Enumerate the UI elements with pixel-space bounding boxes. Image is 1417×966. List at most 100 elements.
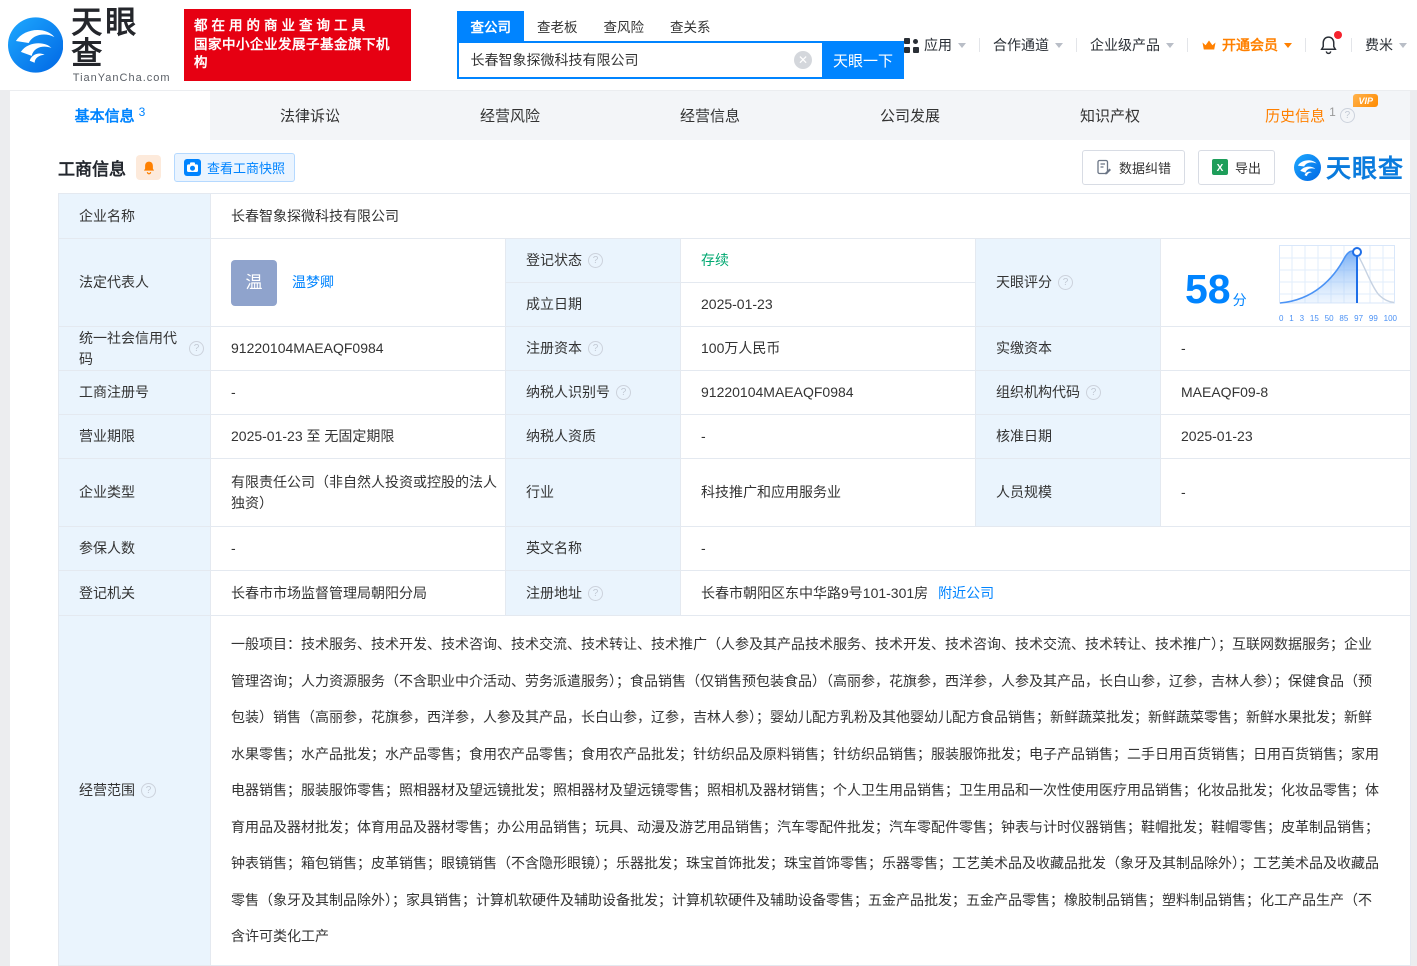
excel-icon: X bbox=[1212, 159, 1228, 175]
company-name-value: 长春智象探微科技有限公司 bbox=[211, 194, 1411, 239]
table-row: 经营范围? 一般项目：技术服务、技术开发、技术咨询、技术交流、技术转让、技术推广… bbox=[59, 616, 1410, 966]
search-button[interactable]: 天眼一下 bbox=[822, 41, 904, 79]
taxpayer-id-value: 91220104MAEAQF0984 bbox=[681, 371, 976, 415]
tab-history-info[interactable]: VIP 历史信息1 ? bbox=[1210, 91, 1410, 140]
org-code-value: MAEAQF09-8 bbox=[1161, 371, 1411, 415]
help-icon[interactable]: ? bbox=[141, 783, 156, 798]
data-correction-button[interactable]: 数据纠错 bbox=[1082, 150, 1185, 185]
tab-legal-litigation[interactable]: 法律诉讼 bbox=[210, 91, 410, 140]
search-tab-boss[interactable]: 查老板 bbox=[524, 11, 591, 41]
industry-value: 科技推广和应用服务业 bbox=[681, 459, 976, 527]
score-label: 天眼评分? bbox=[976, 239, 1161, 327]
brand-name: 天眼查 bbox=[71, 7, 172, 69]
taxpayer-quality-value: - bbox=[681, 415, 976, 459]
divider bbox=[1351, 38, 1352, 52]
tab-count: 3 bbox=[139, 105, 146, 119]
chevron-down-icon bbox=[1166, 43, 1174, 48]
tab-intellectual-property[interactable]: 知识产权 bbox=[1010, 91, 1210, 140]
tab-basic-info[interactable]: 基本信息3 bbox=[10, 91, 210, 140]
main-content: 工商信息 查看工商快照 数据纠错 X 导出 天眼查 企业名称 bbox=[10, 140, 1410, 966]
tianyancha-logo[interactable]: 天眼查 TianYanCha.com bbox=[8, 7, 172, 84]
paid-capital-value: - bbox=[1161, 327, 1411, 371]
page-tab-bar: 基本信息3 法律诉讼 经营风险 经营信息 公司发展 知识产权 VIP 历史信息1… bbox=[10, 90, 1410, 140]
reg-no-value: - bbox=[211, 371, 506, 415]
search-tab-risk[interactable]: 查风险 bbox=[590, 11, 657, 41]
table-row: 参保人数 - 英文名称 - bbox=[59, 527, 1410, 571]
score-value: 58 分 bbox=[1161, 239, 1411, 327]
avatar[interactable]: 温 bbox=[231, 260, 277, 306]
legal-rep-link[interactable]: 温梦卿 bbox=[292, 272, 334, 293]
staff-size-value: - bbox=[1161, 459, 1411, 527]
reg-capital-value: 100万人民币 bbox=[681, 327, 976, 371]
clear-icon[interactable]: ✕ bbox=[794, 51, 812, 69]
monitor-bell-button[interactable] bbox=[136, 155, 161, 180]
est-date-value: 2025-01-23 bbox=[681, 283, 976, 327]
search-tab-company[interactable]: 查公司 bbox=[457, 11, 524, 41]
snapshot-button[interactable]: 查看工商快照 bbox=[174, 153, 295, 182]
camera-icon bbox=[184, 159, 201, 176]
est-date-label: 成立日期 bbox=[506, 283, 681, 327]
approval-date-value: 2025-01-23 bbox=[1161, 415, 1411, 459]
search-tab-relation[interactable]: 查关系 bbox=[657, 11, 724, 41]
help-icon[interactable]: ? bbox=[616, 385, 631, 400]
score-axis-labels: 0131550859799100 bbox=[1278, 313, 1398, 325]
legal-rep-value: 温 温梦卿 bbox=[211, 239, 506, 327]
chevron-down-icon bbox=[1284, 43, 1292, 48]
reg-status-label: 登记状态? bbox=[506, 239, 681, 283]
help-icon[interactable]: ? bbox=[588, 586, 603, 601]
brand-slogan: 都在用的商业查询工具 国家中小企业发展子基金旗下机构 bbox=[184, 9, 411, 82]
tab-operating-risk[interactable]: 经营风险 bbox=[410, 91, 610, 140]
scope-label: 经营范围? bbox=[59, 616, 211, 966]
nearby-companies-link[interactable]: 附近公司 bbox=[938, 583, 994, 604]
notification-dot bbox=[1334, 31, 1342, 39]
nav-apps[interactable]: 应用 bbox=[904, 35, 966, 55]
help-icon[interactable]: ? bbox=[1086, 385, 1101, 400]
authority-label: 登记机关 bbox=[59, 571, 211, 616]
notifications-bell[interactable] bbox=[1319, 35, 1338, 55]
nav-enterprise[interactable]: 企业级产品 bbox=[1090, 35, 1174, 55]
section-header: 工商信息 查看工商快照 数据纠错 X 导出 天眼查 bbox=[10, 140, 1410, 193]
score-curve-chart: 0131550859799100 bbox=[1278, 244, 1398, 325]
address-label: 注册地址? bbox=[506, 571, 681, 616]
paid-capital-label: 实缴资本 bbox=[976, 327, 1161, 371]
nav-partners[interactable]: 合作通道 bbox=[993, 35, 1063, 55]
crown-icon bbox=[1201, 38, 1217, 52]
edit-document-icon bbox=[1096, 159, 1112, 175]
table-row: 企业类型 有限责任公司（非自然人投资或控股的法人独资） 行业 科技推广和应用服务… bbox=[59, 459, 1410, 527]
divider bbox=[979, 38, 980, 52]
table-row: 统一社会信用代码? 91220104MAEAQF0984 注册资本? 100万人… bbox=[59, 327, 1410, 371]
divider bbox=[1305, 38, 1306, 52]
divider bbox=[1076, 38, 1077, 52]
credit-code-value: 91220104MAEAQF0984 bbox=[211, 327, 506, 371]
help-icon[interactable]: ? bbox=[588, 253, 603, 268]
help-icon[interactable]: ? bbox=[588, 341, 603, 356]
legal-rep-label: 法定代表人 bbox=[59, 239, 211, 327]
search-block: 查公司 查老板 查风险 查关系 ✕ 天眼一下 bbox=[457, 11, 904, 79]
table-row: 企业名称 长春智象探微科技有限公司 bbox=[59, 194, 1410, 239]
nav-user[interactable]: 费米 bbox=[1365, 35, 1407, 55]
search-tabs: 查公司 查老板 查风险 查关系 bbox=[457, 11, 904, 41]
chevron-down-icon bbox=[958, 43, 966, 48]
tab-company-development[interactable]: 公司发展 bbox=[810, 91, 1010, 140]
brand-domain: TianYanCha.com bbox=[73, 72, 171, 84]
search-input[interactable] bbox=[457, 41, 822, 79]
insured-label: 参保人数 bbox=[59, 527, 211, 571]
vip-badge: VIP bbox=[1353, 94, 1378, 107]
svg-text:X: X bbox=[1217, 163, 1224, 174]
reg-status-value: 存续 bbox=[681, 239, 976, 283]
address-value: 长春市朝阳区东中华路9号101-301房 附近公司 bbox=[681, 571, 1411, 616]
help-icon[interactable]: ? bbox=[189, 341, 204, 356]
divider bbox=[1187, 38, 1188, 52]
tianyancha-watermark: 天眼查 bbox=[1294, 149, 1404, 185]
reg-capital-label: 注册资本? bbox=[506, 327, 681, 371]
help-icon[interactable]: ? bbox=[1340, 108, 1355, 123]
tab-business-info[interactable]: 经营信息 bbox=[610, 91, 810, 140]
grid-icon bbox=[904, 38, 919, 53]
export-button[interactable]: X 导出 bbox=[1198, 150, 1275, 185]
nav-open-vip[interactable]: 开通会员 bbox=[1201, 35, 1292, 55]
top-nav: 应用 合作通道 企业级产品 开通会员 费米 bbox=[904, 35, 1407, 55]
help-icon[interactable]: ? bbox=[1058, 275, 1073, 290]
table-row: 登记机关 长春市市场监督管理局朝阳分局 注册地址? 长春市朝阳区东中华路9号10… bbox=[59, 571, 1410, 616]
industry-label: 行业 bbox=[506, 459, 681, 527]
english-name-label: 英文名称 bbox=[506, 527, 681, 571]
